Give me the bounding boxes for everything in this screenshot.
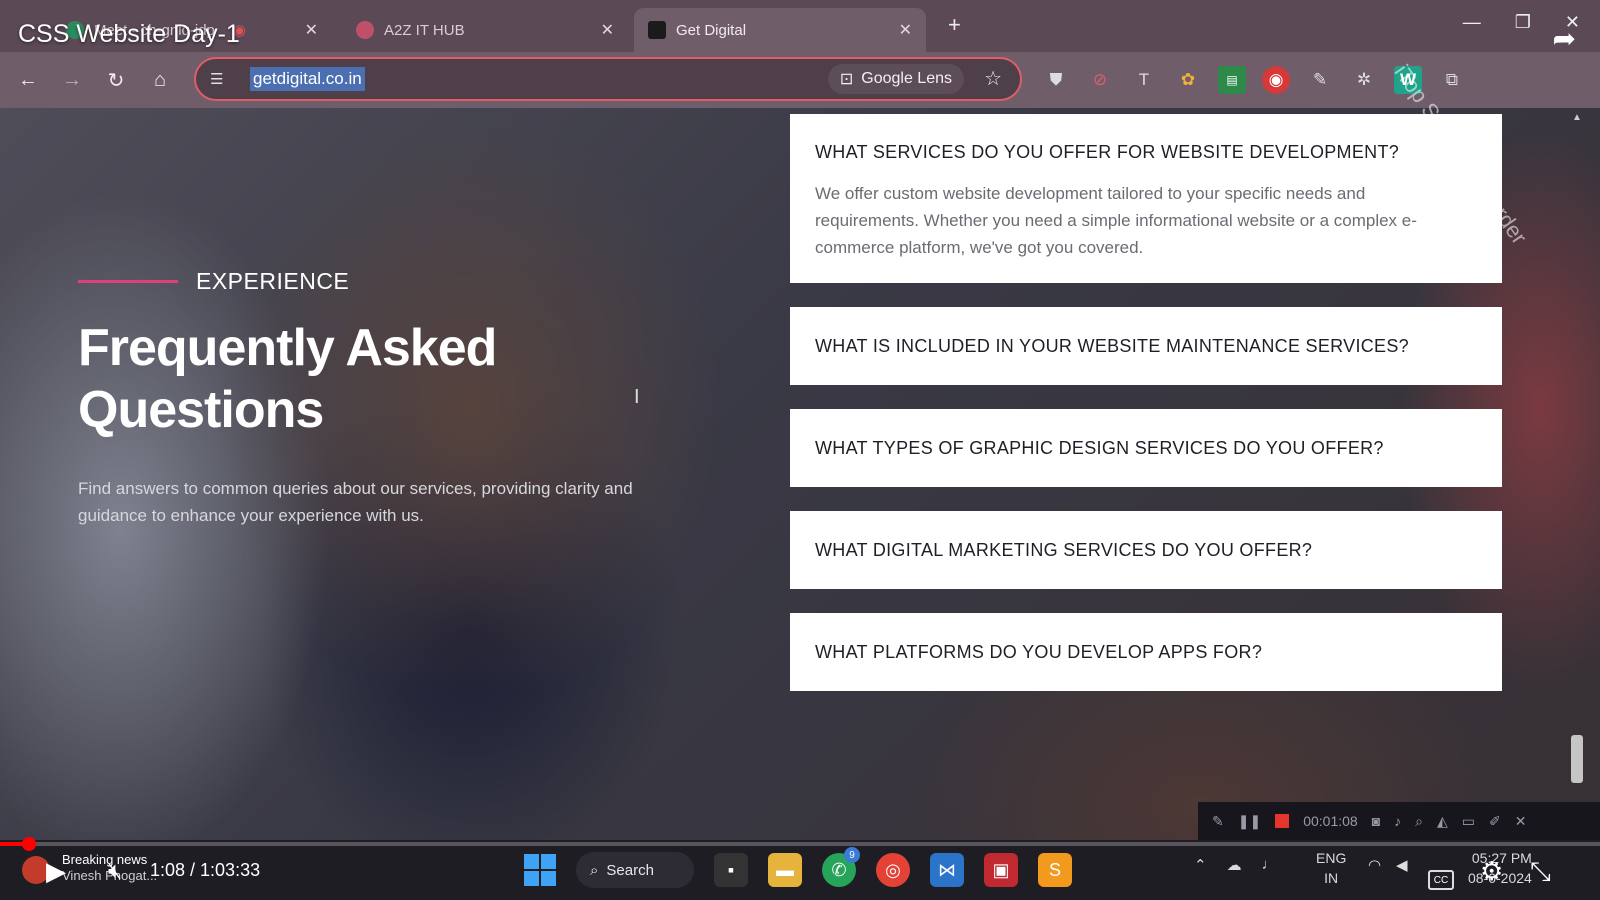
faq-item[interactable]: WHAT PLATFORMS DO YOU DEVELOP APPS FOR? xyxy=(790,613,1502,691)
bug-icon[interactable]: ✲ xyxy=(1350,66,1378,94)
recorder-toolbar: ✎ ❚❚ 00:01:08 ◙ ♪ ⌕ ◭ ▭ ✐ ✕ xyxy=(1198,802,1600,840)
exit-fullscreen-icon[interactable]: ⤡ xyxy=(1530,856,1551,888)
lens-icon: ⊡ xyxy=(839,71,854,88)
tab-strip: Meet - ch-gniq-jdp ◉ ✕ A2Z IT HUB ✕ Get … xyxy=(0,0,1600,52)
tab-label: A2Z IT HUB xyxy=(384,21,465,39)
faq-question[interactable]: WHAT DIGITAL MARKETING SERVICES DO YOU O… xyxy=(815,511,1477,589)
close-icon[interactable]: ✕ xyxy=(899,20,912,40)
back-icon[interactable]: ← xyxy=(6,69,50,92)
new-tab-button[interactable]: + xyxy=(948,12,961,38)
block-icon[interactable]: ⊘ xyxy=(1086,66,1114,94)
close-icon[interactable]: ✕ xyxy=(601,20,614,40)
recorder-timer: 00:01:08 xyxy=(1303,813,1358,829)
video-time: 1:08 / 1:03:33 xyxy=(150,860,261,880)
mic-muted-icon[interactable]: ♪ xyxy=(1394,813,1401,829)
eyebrow-text: EXPERIENCE xyxy=(196,268,350,294)
camera-icon[interactable]: ◙ xyxy=(1372,813,1380,829)
close-icon[interactable]: ✕ xyxy=(1515,813,1527,830)
eyebrow-line xyxy=(78,280,178,283)
faq-accordion: WHAT SERVICES DO YOU OFFER FOR WEBSITE D… xyxy=(790,114,1502,715)
minimize-icon[interactable]: — xyxy=(1463,12,1481,33)
website-viewport: EXPERIENCE Frequently Asked Questions Fi… xyxy=(0,108,1600,840)
shield-icon[interactable]: ⛊ xyxy=(1042,66,1070,94)
pause-icon[interactable]: ❚❚ xyxy=(1238,813,1261,830)
faq-item[interactable]: WHAT DIGITAL MARKETING SERVICES DO YOU O… xyxy=(790,511,1502,589)
faq-heading: Frequently Asked Questions xyxy=(78,319,497,439)
tab-get-digital[interactable]: Get Digital ✕ xyxy=(634,8,926,52)
close-icon[interactable]: ✕ xyxy=(305,20,318,40)
page-scrollbar[interactable]: ▲ xyxy=(1568,108,1586,840)
tab-label: Get Digital xyxy=(676,21,747,39)
faq-question[interactable]: WHAT SERVICES DO YOU OFFER FOR WEBSITE D… xyxy=(815,114,1477,190)
scrollbar-thumb[interactable] xyxy=(1571,735,1583,783)
home-icon[interactable]: ⌂ xyxy=(138,69,182,92)
google-lens-button[interactable]: ⊡ Google Lens xyxy=(827,64,964,94)
red-extension-icon[interactable]: ◉ xyxy=(1262,66,1290,94)
faq-question[interactable]: WHAT IS INCLUDED IN YOUR WEBSITE MAINTEN… xyxy=(815,307,1477,385)
faq-question[interactable]: WHAT PLATFORMS DO YOU DEVELOP APPS FOR? xyxy=(815,613,1477,691)
text-cursor-icon: I xyxy=(634,386,640,408)
site-settings-icon[interactable]: ☰ xyxy=(210,70,236,88)
play-icon[interactable]: ▶ xyxy=(46,856,66,887)
browser-toolbar: ← → ↻ ⌂ ☰ getdigital.co.in ⊡ Google Lens… xyxy=(0,52,1600,108)
forward-icon[interactable]: → xyxy=(50,69,94,92)
url-text[interactable]: getdigital.co.in xyxy=(250,67,365,91)
stop-icon[interactable] xyxy=(1275,814,1290,828)
green-extension-icon[interactable]: ▤ xyxy=(1218,66,1246,94)
get-digital-logo-icon xyxy=(648,21,666,39)
faq-intro: EXPERIENCE Frequently Asked Questions Fi… xyxy=(78,268,698,529)
faq-item[interactable]: WHAT IS INCLUDED IN YOUR WEBSITE MAINTEN… xyxy=(790,307,1502,385)
lens-label: Google Lens xyxy=(861,70,952,87)
video-progress-knob[interactable] xyxy=(21,837,36,851)
faq-answer: We offer custom website development tail… xyxy=(815,184,1417,257)
address-bar[interactable]: ☰ getdigital.co.in ⊡ Google Lens ☆ xyxy=(194,57,1022,101)
restore-icon[interactable]: ❐ xyxy=(1515,12,1531,33)
eyebrow: EXPERIENCE xyxy=(78,268,698,295)
faq-item[interactable]: WHAT SERVICES DO YOU OFFER FOR WEBSITE D… xyxy=(790,114,1502,283)
tab-a2z-it-hub[interactable]: A2Z IT HUB ✕ xyxy=(342,8,628,52)
gear-icon[interactable]: ⚙ xyxy=(1480,856,1503,887)
captions-icon[interactable]: CC xyxy=(1428,870,1454,890)
video-controls: Breaking news Vinesh Phogat... ▶ 🔇︎ 1:08… xyxy=(0,852,1600,892)
faq-subtext: Find answers to common queries about our… xyxy=(78,479,633,525)
scroll-up-icon[interactable]: ▲ xyxy=(1572,112,1582,123)
chat-icon[interactable]: ▭ xyxy=(1462,813,1475,830)
video-progress-bar[interactable] xyxy=(0,837,1600,851)
faq-question[interactable]: WHAT TYPES OF GRAPHIC DESIGN SERVICES DO… xyxy=(815,409,1477,487)
pen-icon[interactable]: ✎ xyxy=(1212,813,1224,830)
video-title: CSS Website Day-1 xyxy=(18,20,240,48)
color-wheel-icon[interactable]: ✿ xyxy=(1174,66,1202,94)
bookmark-star-icon[interactable]: ☆ xyxy=(984,66,1002,91)
notification-title: Breaking news xyxy=(62,852,148,867)
share-icon[interactable]: ➦ xyxy=(1553,22,1576,55)
pen-icon[interactable]: ✎ xyxy=(1306,66,1334,94)
speaker-icon[interactable]: ◭ xyxy=(1437,813,1448,830)
mute-icon[interactable]: 🔇︎ xyxy=(108,858,122,884)
text-tool-icon[interactable]: T xyxy=(1130,66,1158,94)
zoom-icon[interactable]: ⌕ xyxy=(1415,813,1423,830)
extensions-puzzle-icon[interactable]: ⧉ xyxy=(1438,66,1466,94)
edit-icon[interactable]: ✐ xyxy=(1489,813,1501,830)
a2z-logo-icon xyxy=(356,21,374,39)
faq-item[interactable]: WHAT TYPES OF GRAPHIC DESIGN SERVICES DO… xyxy=(790,409,1502,487)
reload-icon[interactable]: ↻ xyxy=(94,68,138,93)
